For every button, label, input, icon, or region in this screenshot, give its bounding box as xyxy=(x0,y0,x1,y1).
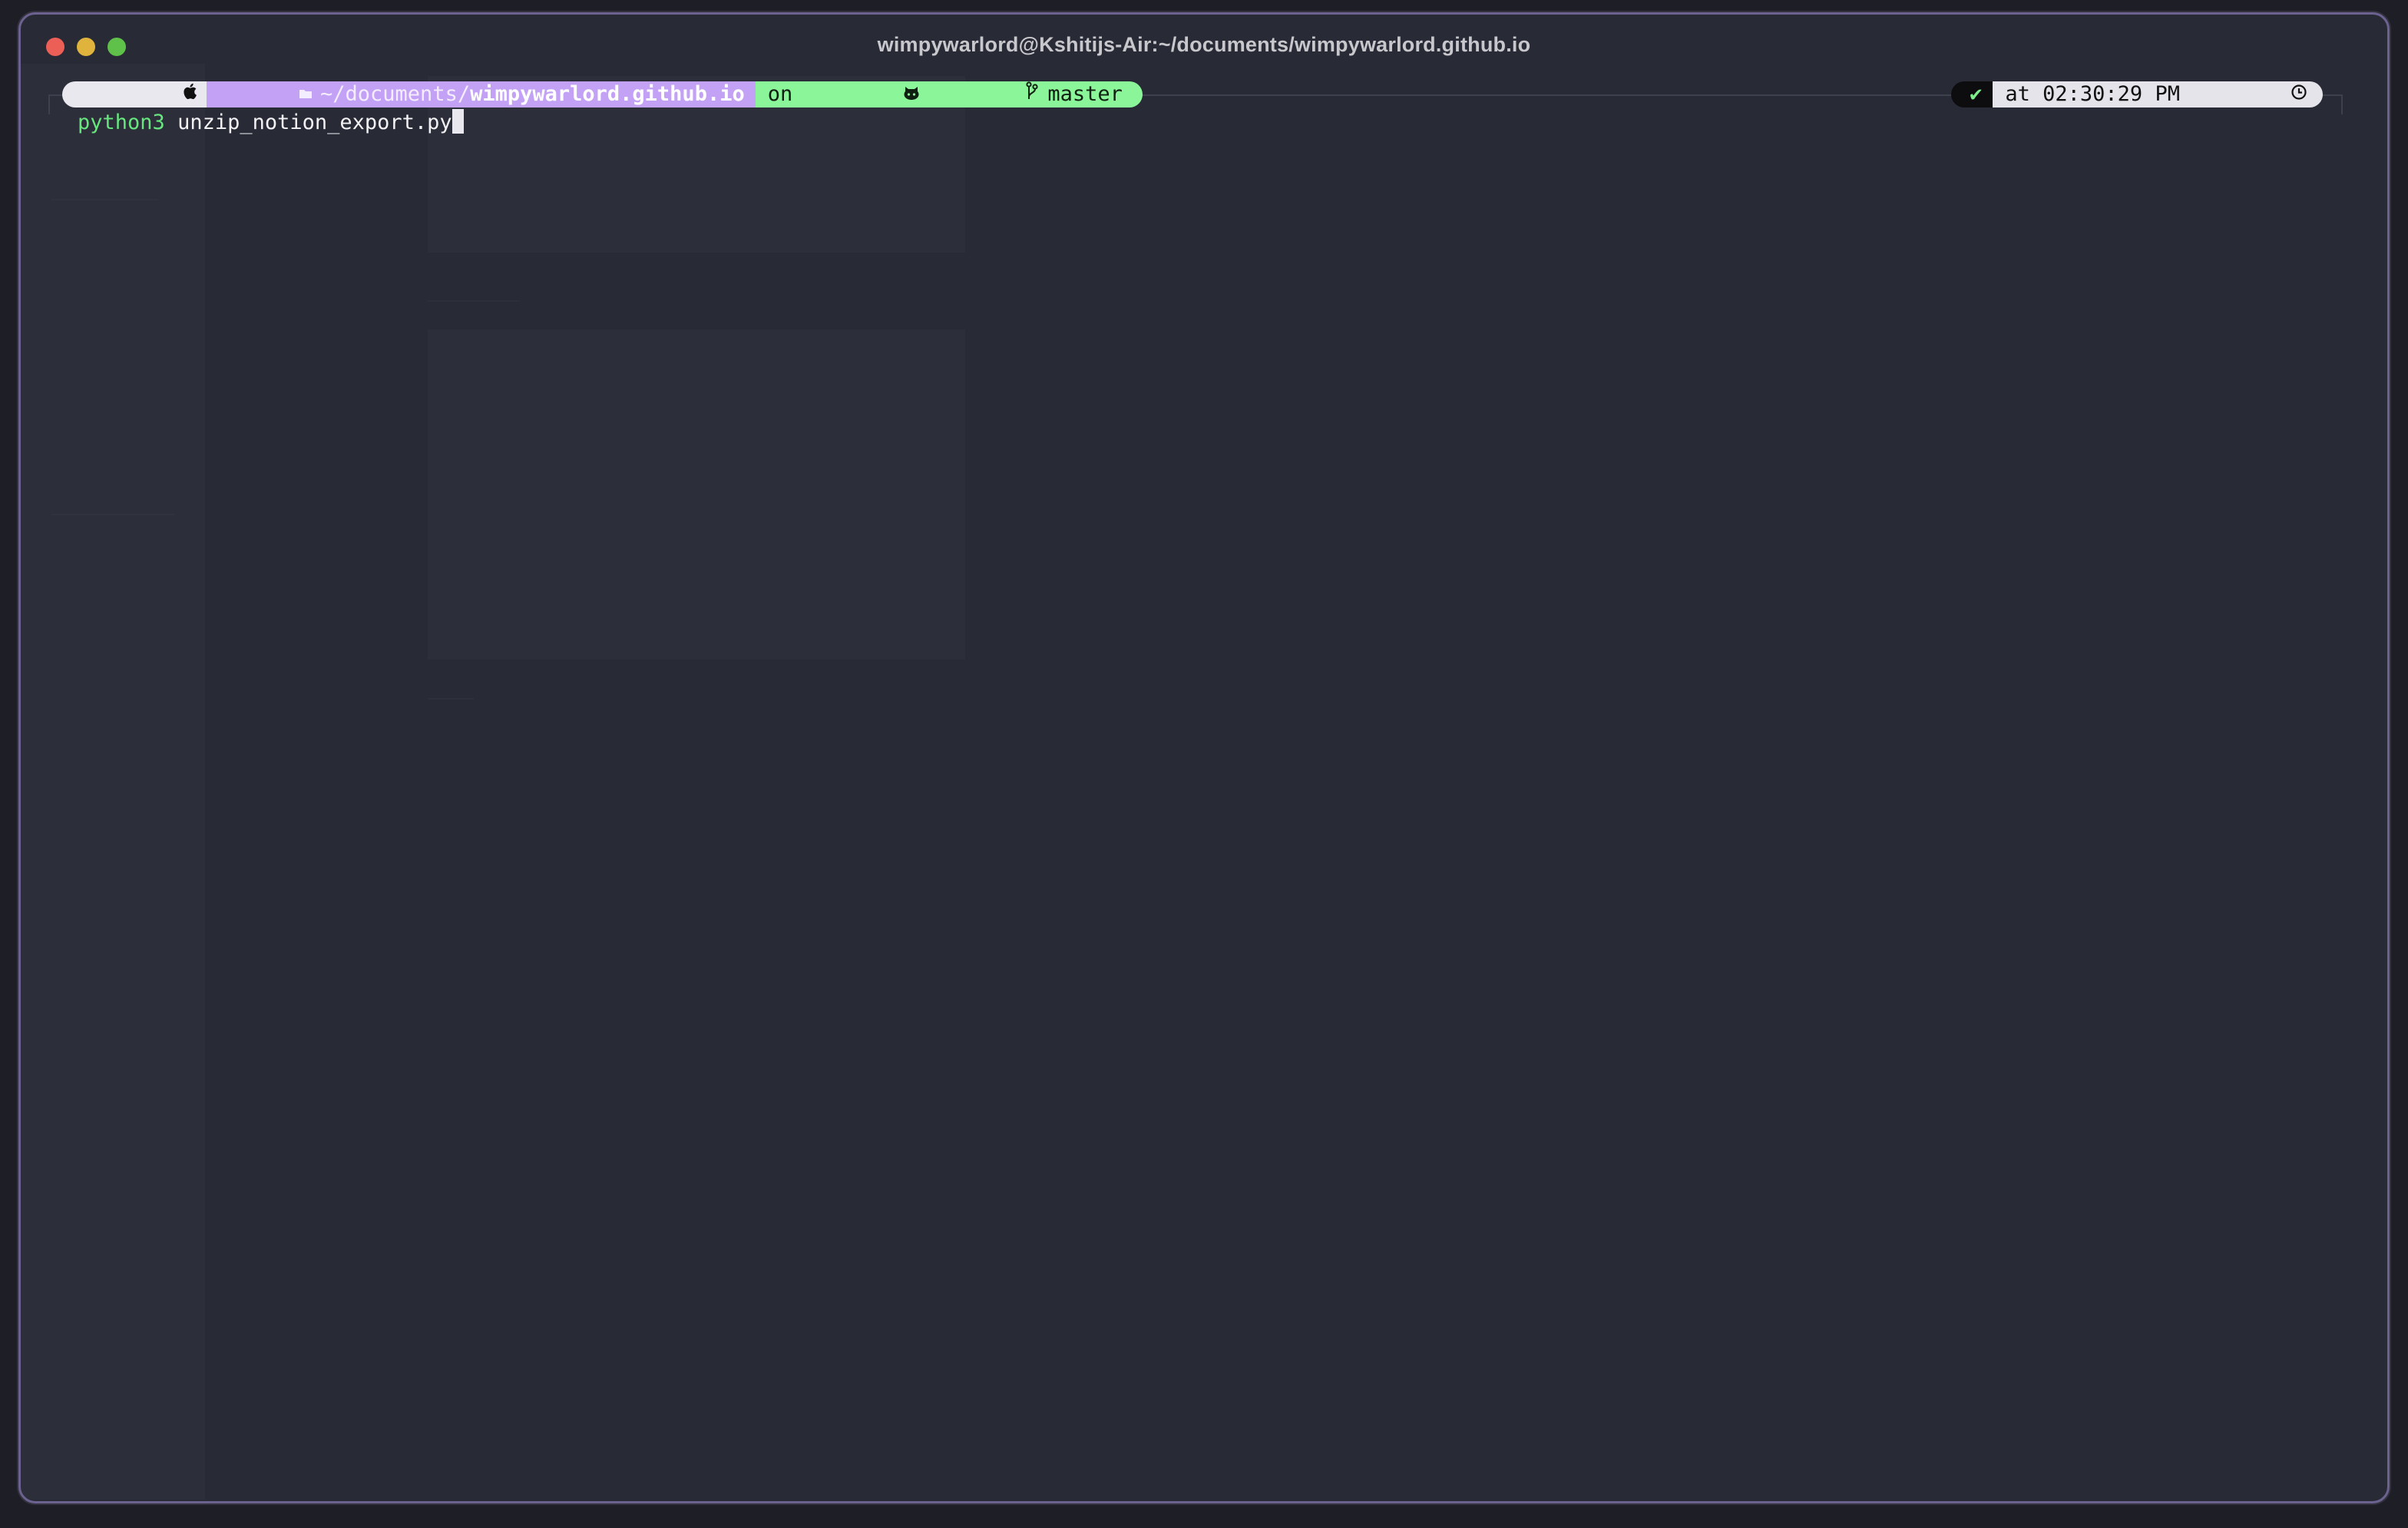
prompt-divider-cap-left xyxy=(48,94,50,114)
time-value: 02:30:29 PM xyxy=(2043,82,2180,106)
branch-name: master xyxy=(1047,82,1123,106)
title-bar[interactable]: wimpywarlord@Kshitijs-Air:~/documents/wi… xyxy=(21,15,2387,64)
text-cursor xyxy=(452,109,464,134)
background-ghost-line xyxy=(428,300,520,302)
window-title: wimpywarlord@Kshitijs-Air:~/documents/wi… xyxy=(877,33,1531,56)
status-segment: ✔ xyxy=(1951,81,1993,107)
directory-current: wimpywarlord.github.io xyxy=(470,82,745,106)
directory-segment: ~/documents/wimpywarlord.github.io xyxy=(207,81,756,107)
command-program: python3 xyxy=(78,111,165,134)
github-icon xyxy=(803,55,920,134)
directory-prefix: ~/documents/ xyxy=(320,82,471,106)
background-ghost-line xyxy=(428,698,474,700)
status-check-icon: ✔ xyxy=(1970,82,1983,106)
terminal-window[interactable]: wimpywarlord@Kshitijs-Air:~/documents/wi… xyxy=(18,12,2390,1503)
background-ghost-content xyxy=(428,329,965,660)
git-branch-icon xyxy=(926,55,1038,134)
background-ghost-sidebar xyxy=(21,64,205,1500)
git-segment: on master xyxy=(755,81,1143,107)
git-on-label: on xyxy=(767,82,793,106)
clock-icon xyxy=(2191,55,2307,134)
command-args: unzip_notion_export.py xyxy=(177,111,452,134)
command-line[interactable]: python3 unzip_notion_export.py xyxy=(78,109,464,137)
time-segment: at 02:30:29 PM xyxy=(1993,81,2323,107)
os-segment xyxy=(62,81,207,107)
background-ghost-line xyxy=(51,514,174,515)
time-prefix: at xyxy=(2005,82,2030,106)
prompt-right-segments: ✔ at 02:30:29 PM xyxy=(1951,81,2323,107)
prompt-left-segments: ~/documents/wimpywarlord.github.io on ma… xyxy=(62,81,1143,107)
prompt-divider-cap-right xyxy=(2341,94,2343,114)
background-ghost-line xyxy=(51,199,159,200)
